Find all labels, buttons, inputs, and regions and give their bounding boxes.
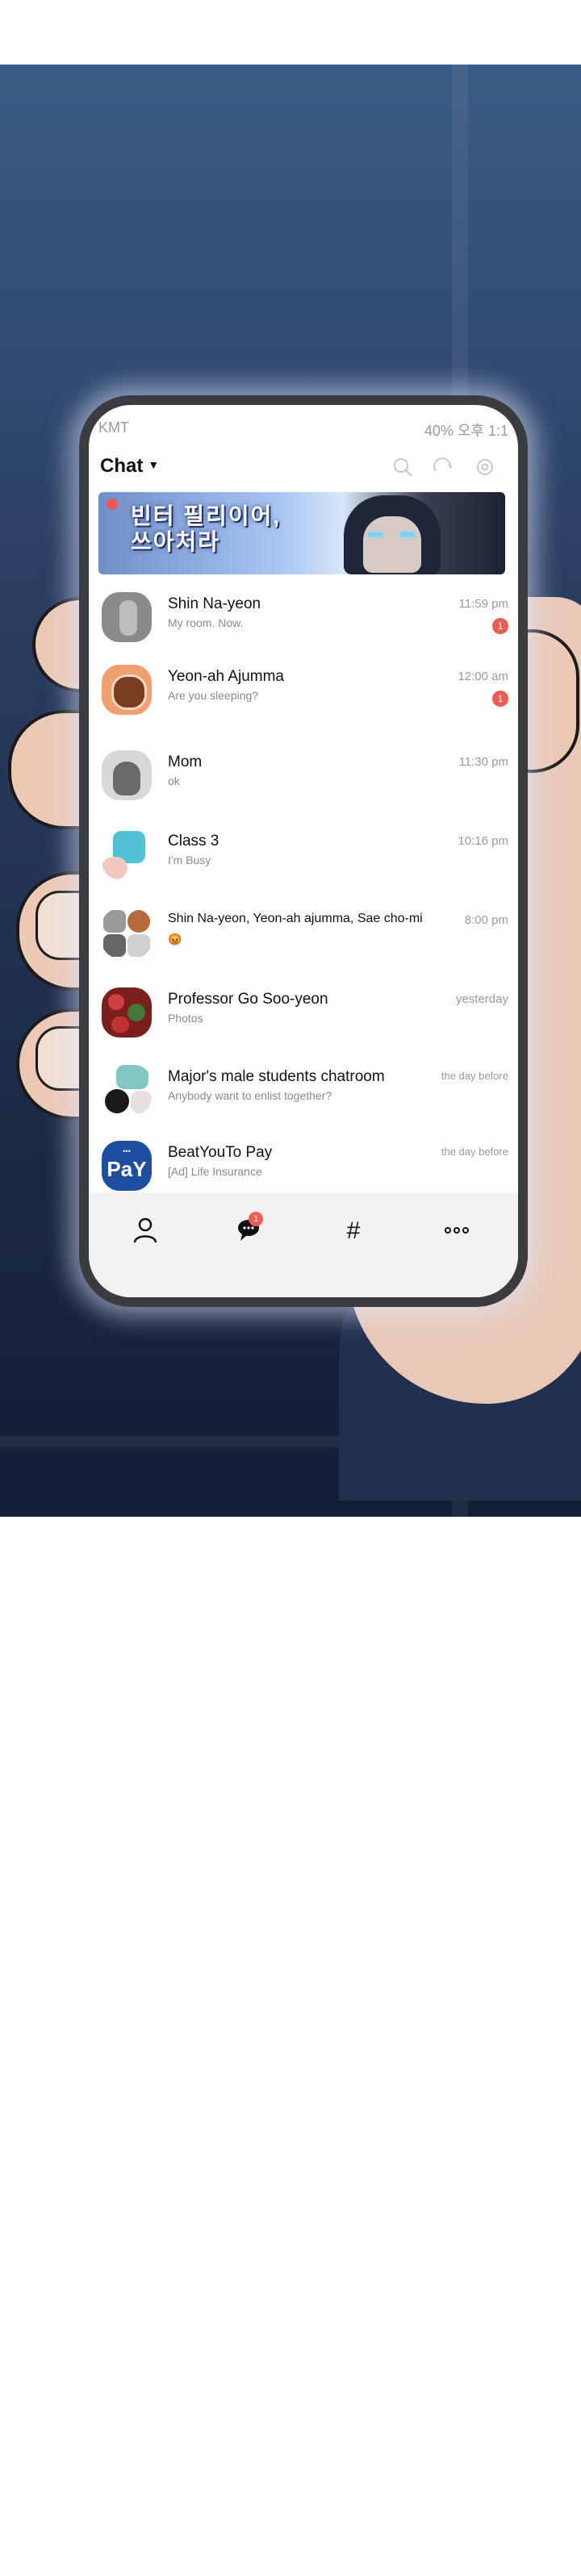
unread-badge: 1: [492, 618, 508, 634]
avatar: [102, 592, 152, 642]
chat-row[interactable]: Mom ok 11:30 pm: [89, 736, 518, 813]
chat-time: yesterday: [455, 992, 508, 1006]
status-bar: KMT 40% 오후 1:1: [89, 405, 518, 442]
avatar: [102, 750, 152, 800]
unread-badge: 1: [492, 691, 508, 707]
avatar: [102, 665, 152, 715]
new-chat-icon[interactable]: [433, 457, 454, 478]
banner-badge: [107, 499, 118, 510]
pay-logo-small-text: •••: [123, 1147, 131, 1155]
person-icon: [133, 1217, 157, 1243]
avatar: [102, 908, 152, 958]
chat-title-label: Chat: [100, 455, 144, 477]
avatar-shape: [127, 910, 150, 933]
avatar-shape: [105, 1089, 129, 1113]
bottom-nav: 1 #: [89, 1192, 518, 1297]
chat-time: the day before: [441, 1146, 508, 1158]
chat-message: My room. Now.: [168, 616, 244, 629]
chat-row[interactable]: Class 3 I'm Busy 10:16 pm: [89, 815, 518, 892]
avatar: [102, 1065, 152, 1115]
chat-title-dropdown[interactable]: Chat ▼: [100, 455, 159, 478]
chat-name: Major's male students chatroom: [168, 1068, 385, 1085]
panel-top-margin: [0, 0, 581, 65]
avatar-shape: [103, 934, 126, 957]
chat-name: Shin Na-yeon: [168, 595, 261, 612]
avatar-shape: [127, 1004, 145, 1021]
carrier-label: KMT: [98, 420, 129, 436]
nav-more[interactable]: [433, 1217, 481, 1257]
chat-nav-badge: 1: [249, 1212, 263, 1226]
chat-time: 12:00 am: [458, 670, 508, 683]
avatar-shape: [111, 674, 147, 710]
chat-message: Are you sleeping?: [168, 689, 259, 702]
banner-character-face: [363, 516, 421, 573]
banner-eye-right: [400, 532, 415, 536]
hashtag-icon: #: [346, 1217, 361, 1244]
avatar-shape: [127, 934, 150, 957]
avatar: [102, 987, 152, 1037]
banner-eye-left: [368, 532, 382, 536]
avatar-shape: [116, 1065, 148, 1089]
ad-banner[interactable]: 빈터 필리이어, 쓰아처라: [98, 492, 505, 574]
chat-name: BeatYouTo Pay: [168, 1144, 273, 1161]
cat-avatar-shape: [113, 762, 140, 795]
chat-name: Mom: [168, 754, 203, 770]
chat-name: Yeon-ah Ajumma: [168, 668, 285, 685]
status-right-text: 40% 오후 1:1: [424, 423, 508, 439]
chat-time: 11:30 pm: [458, 755, 508, 769]
chat-row[interactable]: Yeon-ah Ajumma Are you sleeping? 12:00 a…: [89, 650, 518, 728]
search-icon[interactable]: [392, 457, 413, 478]
avatar-shape: [102, 857, 127, 879]
nav-chats[interactable]: 1: [224, 1212, 273, 1257]
chat-time: 11:59 pm: [458, 597, 508, 611]
chat-name: Professor Go Soo-yeon: [168, 991, 328, 1008]
avatar-shape: [108, 994, 124, 1010]
banner-title: 빈터 필리이어, 쓰아처라: [131, 503, 281, 555]
more-icon: [445, 1227, 469, 1234]
chat-message: ok: [168, 774, 180, 787]
pay-logo-avatar: ••• PaY: [102, 1141, 152, 1191]
nav-hashtag[interactable]: #: [329, 1217, 378, 1257]
chat-message: Photos: [168, 1012, 203, 1025]
banner-line-2: 쓰아처라: [131, 529, 221, 554]
chat-name: Class 3: [168, 833, 219, 850]
phone-screen: KMT 40% 오후 1:1 Chat ▼ 빈터 필리이어, 쓰아처라 Shin…: [89, 405, 518, 1297]
avatar-shape: [103, 910, 126, 933]
pay-logo-text: PaY: [107, 1157, 147, 1181]
chat-message: Anybody want to enlist together?: [168, 1089, 332, 1102]
chat-message: 😡: [168, 933, 182, 946]
chat-message: I'm Busy: [168, 854, 211, 866]
chat-row[interactable]: Professor Go Soo-yeon Photos yesterday: [89, 973, 518, 1050]
avatar-shape: [131, 1091, 152, 1113]
chevron-down-icon: ▼: [148, 458, 160, 471]
chat-time: the day before: [441, 1070, 508, 1082]
avatar-shape: [111, 1017, 129, 1033]
chat-time: 8:00 pm: [464, 913, 508, 927]
chat-name: Shin Na-yeon, Yeon-ah ajumma, Sae cho-mi: [168, 912, 423, 925]
avatar-shape: [119, 600, 137, 636]
chat-time: 10:16 pm: [458, 834, 508, 848]
comic-panel: KMT 40% 오후 1:1 Chat ▼ 빈터 필리이어, 쓰아처라 Shin…: [0, 0, 581, 1517]
chat-row[interactable]: Shin Na-yeon, Yeon-ah ajumma, Sae cho-mi…: [89, 894, 518, 971]
settings-icon[interactable]: [474, 457, 495, 478]
chat-row[interactable]: Major's male students chatroom Anybody w…: [89, 1050, 518, 1128]
chat-message: [Ad] Life Insurance: [168, 1165, 262, 1178]
phone: KMT 40% 오후 1:1 Chat ▼ 빈터 필리이어, 쓰아처라 Shin…: [79, 395, 528, 1307]
avatar: [102, 829, 152, 879]
nav-friends[interactable]: [121, 1217, 169, 1257]
chat-row[interactable]: Shin Na-yeon My room. Now. 11:59 pm 1: [89, 578, 518, 655]
banner-line-1: 빈터 필리이어,: [131, 503, 282, 528]
